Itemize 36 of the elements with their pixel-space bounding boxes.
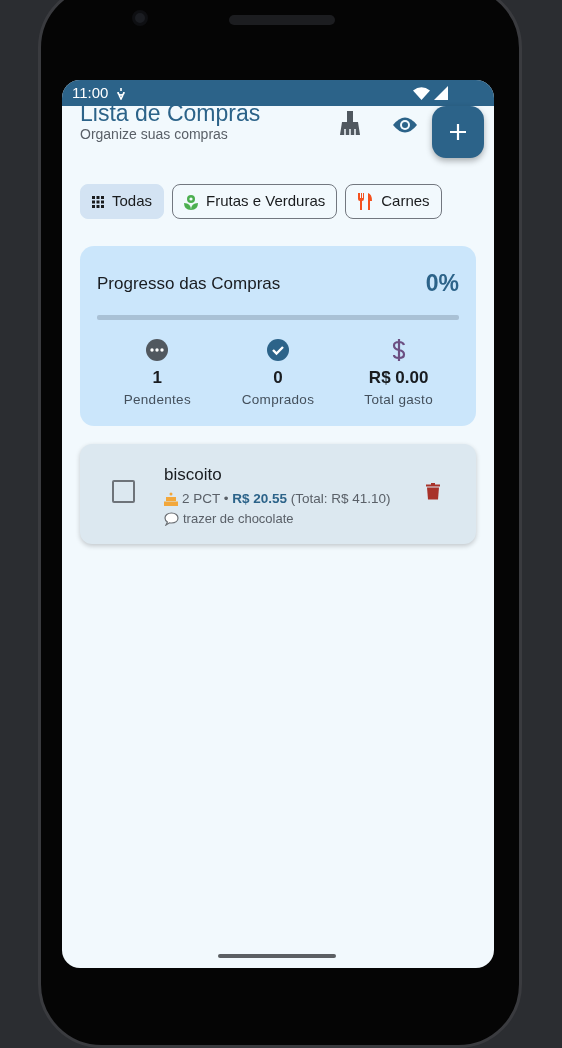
eye-icon[interactable] (392, 116, 418, 134)
dollar-icon (391, 338, 406, 361)
app-subtitle: Organize suas compras (80, 126, 229, 144)
cake-icon (164, 492, 178, 507)
item-card[interactable]: biscoito 2 PCT • R$ 20.55 (Total: R$ 41.10) trazer de chocolate (80, 444, 476, 545)
check-circle-icon (267, 338, 289, 361)
filter-chip[interactable]: Todas (80, 184, 165, 219)
app-title: Lista de Compras (80, 102, 262, 124)
item-checkbox[interactable] (112, 480, 135, 504)
utensils-icon (357, 193, 374, 210)
stat-label: Total gasto (364, 391, 433, 409)
item-note: trazer de chocolate (183, 510, 294, 529)
notification-icon (116, 86, 127, 100)
stat-label: Comprados (241, 391, 315, 409)
stat-value: 1 (152, 366, 163, 389)
progress-title: Progresso das Compras (97, 272, 281, 295)
plus-icon (449, 123, 467, 141)
trash-icon[interactable] (426, 483, 440, 501)
progress-percent: 0% (425, 269, 459, 298)
filter-chip[interactable]: Frutas e Verduras (172, 184, 338, 219)
speech-bubble-icon (164, 511, 179, 526)
more-icon (146, 338, 169, 361)
filter-chip[interactable]: Carnes (345, 184, 442, 219)
stat-value: 0 (273, 366, 283, 389)
broom-icon[interactable] (339, 110, 361, 136)
add-button[interactable] (432, 106, 484, 158)
signal-icon (434, 86, 448, 100)
item-name: biscoito (164, 466, 223, 485)
stat-label: Pendentes (123, 391, 191, 409)
wifi-icon (413, 86, 430, 100)
item-details: 2 PCT • R$ 20.55 (Total: R$ 41.10) (182, 489, 391, 508)
plant-icon (184, 193, 199, 210)
camera-lens (132, 10, 148, 26)
stat-value: R$ 0.00 (368, 366, 429, 389)
grid-icon (92, 195, 104, 208)
clock: 11:00 (72, 82, 109, 103)
